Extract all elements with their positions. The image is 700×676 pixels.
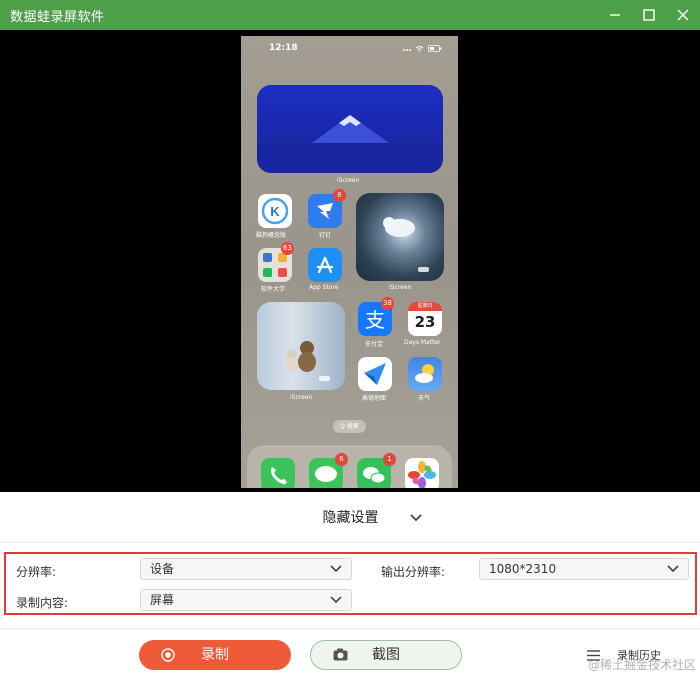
calendar-day: 23 (414, 313, 436, 331)
window-title: 数据蛙录屏软件 (10, 9, 105, 25)
k-app-icon[interactable]: K (258, 194, 292, 228)
phone-time: 12:18 (269, 43, 298, 53)
amap-icon[interactable] (358, 357, 392, 391)
phone-search-pill[interactable]: Q 搜索 (333, 420, 366, 433)
output-resolution-select[interactable]: 1080*2310 (479, 558, 689, 580)
widget-label: iScreen (337, 177, 360, 184)
photos-icon[interactable] (405, 458, 439, 488)
iscreen-cat-widget (356, 193, 444, 281)
maximize-button[interactable] (632, 0, 666, 30)
weather-icon[interactable] (408, 357, 442, 391)
phone-icon[interactable] (261, 458, 295, 488)
phone-dock: 6 1 (247, 445, 452, 488)
notification-badge: 1 (383, 453, 396, 466)
svg-text:支: 支 (365, 308, 385, 332)
record-button-label: 录制 (201, 647, 229, 663)
app-store-icon[interactable] (308, 248, 342, 282)
screenshot-button[interactable]: 截图 (310, 640, 462, 670)
svg-text:K: K (270, 204, 280, 219)
output-resolution-label: 输出分辨率: (381, 565, 446, 579)
calendar-icon[interactable]: 星期日 23 (408, 302, 442, 336)
app-label: 软件大学 (261, 286, 286, 293)
phone-screen: 12:18 iScreen K 酷狗概念版 8 钉钉 iScreen 63 软件… (241, 36, 458, 488)
battery-icon (428, 45, 442, 52)
recording-settings-panel: 分辨率: 设备 输出分辨率: 1080*2310 录制内容: 屏幕 (4, 552, 697, 615)
widget-label: iScreen (290, 394, 313, 401)
chevron-down-icon (409, 513, 422, 521)
iscreen-fuji-widget (257, 85, 443, 173)
cat-photo (383, 217, 429, 272)
wifi-icon (415, 46, 424, 52)
notification-badge: 63 (281, 242, 294, 255)
resolution-label: 分辨率: (16, 565, 57, 579)
record-button[interactable]: 录制 (139, 640, 291, 670)
watermark: @稀土掘金技术社区 (587, 658, 696, 672)
window-controls (598, 0, 700, 30)
app-label: 高德地图 (362, 395, 387, 402)
app-label: 酷狗概念版 (256, 232, 287, 239)
camera-icon (333, 648, 348, 661)
chevron-down-icon (667, 565, 679, 573)
widget-label: iScreen (389, 284, 412, 291)
minimize-icon (610, 14, 620, 16)
resolution-value: 设备 (150, 562, 175, 576)
app-label: App Store (309, 284, 339, 291)
close-icon (677, 9, 689, 21)
output-resolution-value: 1080*2310 (489, 562, 557, 576)
chevron-down-icon (330, 565, 342, 573)
title-bar: 数据蛙录屏软件 (0, 0, 700, 30)
chevron-down-icon (330, 596, 342, 604)
hidden-settings-label: 隐藏设置 (322, 510, 379, 526)
phone-status-bar: 12:18 (241, 43, 458, 57)
divider (0, 542, 700, 543)
action-bar: 录制 截图 录制历史 @稀土掘金技术社区 (0, 628, 700, 676)
record-icon (161, 648, 175, 662)
app-label: 天气 (418, 395, 431, 402)
mount-fuji-image (257, 115, 443, 173)
teddy-bear-photo (286, 341, 330, 381)
minimize-button[interactable] (598, 0, 632, 30)
notification-badge: 38 (381, 297, 394, 310)
calendar-weekday: 星期日 (408, 302, 442, 311)
app-label: 钉钉 (319, 232, 332, 239)
notification-badge: 8 (333, 189, 346, 202)
close-button[interactable] (666, 0, 700, 30)
app-window: 数据蛙录屏软件 12:18 iScreen K 酷狗概念版 8 钉钉 iScre… (0, 0, 700, 676)
resolution-select[interactable]: 设备 (140, 558, 352, 580)
notification-badge: 6 (335, 453, 348, 466)
app-label: 支付宝 (365, 341, 384, 348)
record-content-label: 录制内容: (16, 596, 69, 610)
signal-icon (403, 49, 411, 51)
screenshot-button-label: 截图 (372, 647, 400, 663)
iscreen-bear-widget (257, 302, 345, 390)
app-label: Days Matter (404, 339, 441, 346)
record-content-select[interactable]: 屏幕 (140, 589, 352, 611)
screen-preview: 12:18 iScreen K 酷狗概念版 8 钉钉 iScreen 63 软件… (0, 30, 700, 492)
hidden-settings-toggle[interactable]: 隐藏设置 (0, 492, 700, 542)
record-content-value: 屏幕 (150, 593, 175, 607)
maximize-icon (643, 9, 655, 21)
